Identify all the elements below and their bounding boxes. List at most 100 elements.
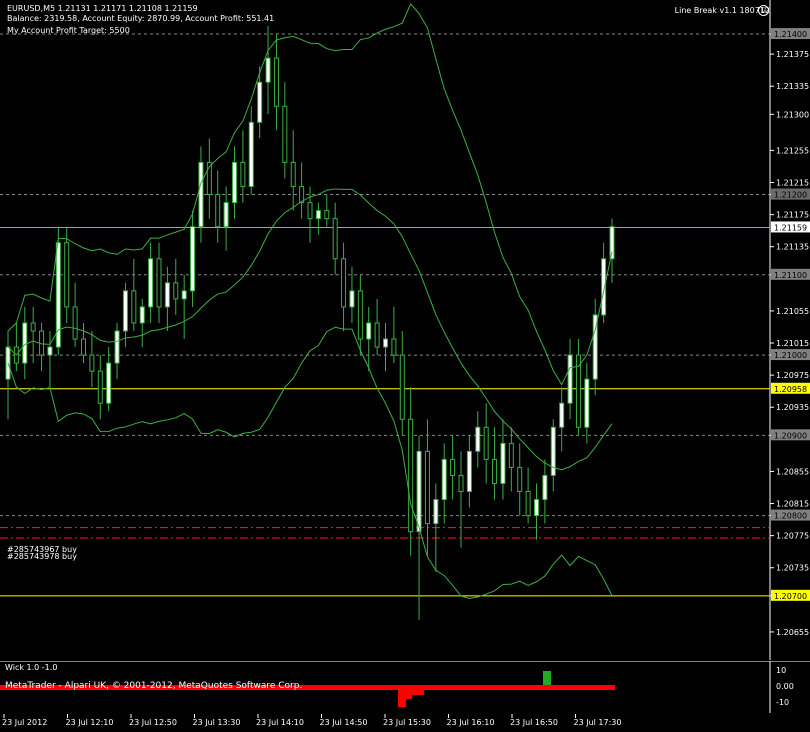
time-tick-label: 23 Jul 14:10 xyxy=(256,718,304,727)
price-tick-label: 1.21375 xyxy=(776,50,809,59)
time-tick-label: 23 Jul 12:10 xyxy=(66,718,114,727)
candle-body xyxy=(517,466,523,492)
price-highlight-label: 1.21400 xyxy=(774,30,807,39)
candle-body xyxy=(500,442,506,484)
candle-body xyxy=(198,161,204,228)
price-tick-label: 1.21255 xyxy=(776,146,809,155)
price-highlight-label: 1.21100 xyxy=(774,271,807,280)
indicator-histogram-bar xyxy=(543,671,551,685)
candle-body xyxy=(81,338,86,356)
expert-advisor-label[interactable]: Line Break v1.1 180712 xyxy=(675,6,770,15)
candle-body xyxy=(64,242,70,308)
time-tick-label: 23 Jul 16:50 xyxy=(510,718,558,727)
candle-body xyxy=(273,57,279,107)
candle-body xyxy=(399,354,405,420)
candle-body xyxy=(89,354,95,372)
candle-body xyxy=(383,338,388,348)
candle-body xyxy=(156,258,162,308)
time-tick-label: 23 Jul 2012 xyxy=(2,718,47,727)
candle-body xyxy=(181,290,187,300)
candle-body xyxy=(416,450,422,533)
price-tick-label: 1.20935 xyxy=(776,403,809,412)
candle-body xyxy=(584,378,590,428)
price-chart[interactable]: 1.21400 1.21375 1.21335 1.21300 1.21255 1.212… xyxy=(0,0,810,660)
indicator-histogram-bar xyxy=(406,685,412,699)
candle-body xyxy=(22,322,28,364)
indicator-scale-label: 10 xyxy=(776,666,786,675)
time-tick-label: 23 Jul 17:30 xyxy=(574,718,622,727)
price-tick-label: 1.21015 xyxy=(776,339,809,348)
time-axis-canvas: 23 Jul 2012 23 Jul 12:10 23 Jul 12:50 23 Ju… xyxy=(2,714,622,727)
price-tick-label: 1.21175 xyxy=(776,211,809,220)
price-highlight-label: 1.20700 xyxy=(774,592,807,601)
candle-body xyxy=(47,346,53,356)
time-tick-label: 23 Jul 12:50 xyxy=(129,718,177,727)
candle-body xyxy=(349,290,355,308)
candle-body xyxy=(114,330,120,364)
indicator-title: Wick 1.0 -1.0 xyxy=(5,663,58,672)
candle-body xyxy=(139,306,145,324)
price-tick-label: 1.20655 xyxy=(776,628,809,637)
candle-body xyxy=(106,362,112,404)
candle-body xyxy=(341,258,347,308)
price-highlight-label: 1.21200 xyxy=(774,191,807,200)
copyright-text: MetaTrader - Alpari UK, © 2001-2012, Met… xyxy=(5,681,303,691)
account-summary: Balance: 2319.58, Account Equity: 2870.9… xyxy=(7,14,275,23)
price-highlight-label: 1.21159 xyxy=(774,223,807,232)
time-tick-label: 23 Jul 13:30 xyxy=(193,718,241,727)
candle-body xyxy=(173,282,179,300)
candle-body xyxy=(122,290,128,332)
candle-body xyxy=(408,418,414,533)
candle-body xyxy=(240,161,246,188)
indicator-histogram-bar xyxy=(412,685,424,695)
candle-body xyxy=(282,105,288,163)
candle-body xyxy=(315,210,321,220)
indicator-scale-label: 0.00 xyxy=(776,682,794,691)
price-tick-label: 1.21215 xyxy=(776,179,809,188)
time-tick-label: 23 Jul 14:50 xyxy=(320,718,368,727)
smiley-icon: ☺ xyxy=(758,5,769,16)
indicator-panel[interactable]: 10 0.00 -10 Wick 1.0 -1.0 MetaTrader - Alp… xyxy=(0,660,810,713)
candle-body xyxy=(391,338,397,356)
candle-body xyxy=(366,322,372,340)
candle-body xyxy=(190,226,196,292)
time-tick-label: 23 Jul 16:10 xyxy=(447,718,495,727)
chart-title: EURUSD,M5 1.21131 1.21171 1.21108 1.2115… xyxy=(7,4,198,13)
price-tick-label: 1.20815 xyxy=(776,500,809,509)
candle-body xyxy=(508,442,514,468)
profit-target: My Account Profit Target: 5500 xyxy=(7,26,130,35)
candle-body xyxy=(30,322,36,332)
price-tick-label: 1.20735 xyxy=(776,564,809,573)
candle-body xyxy=(223,202,229,228)
indicator-histogram-bar xyxy=(398,685,406,707)
candle-body xyxy=(257,81,263,123)
candle-body xyxy=(374,322,380,348)
candle-body xyxy=(475,426,481,452)
candle-body xyxy=(148,258,154,308)
price-tick-label: 1.21335 xyxy=(776,82,809,91)
price-chart-canvas[interactable]: 1.21400 1.21375 1.21335 1.21300 1.21255 1.212… xyxy=(0,0,810,660)
price-highlight-label: 1.21000 xyxy=(774,351,807,360)
candle-body xyxy=(424,450,430,525)
candle-body xyxy=(332,218,338,260)
price-tick-label: 1.21135 xyxy=(776,243,809,252)
candle-body xyxy=(466,450,472,492)
candle-body xyxy=(492,458,498,484)
candle-body xyxy=(307,202,313,220)
band-lower-line xyxy=(7,326,613,600)
order-label: #285743978 buy xyxy=(7,552,77,561)
candle-body xyxy=(290,161,296,188)
candle-body xyxy=(450,458,456,476)
candle-body xyxy=(542,474,548,501)
price-highlight-label: 1.20900 xyxy=(774,431,807,440)
candle-body xyxy=(458,474,464,492)
candle-body xyxy=(248,121,254,188)
candle-body xyxy=(164,282,170,308)
indicator-scale-label: -10 xyxy=(776,698,789,707)
candle-body xyxy=(72,306,78,340)
candle-body xyxy=(232,161,237,204)
candle-body xyxy=(265,57,271,83)
price-highlight-label: 1.20958 xyxy=(774,385,807,394)
candle-body xyxy=(433,499,439,525)
candle-body xyxy=(131,290,137,324)
